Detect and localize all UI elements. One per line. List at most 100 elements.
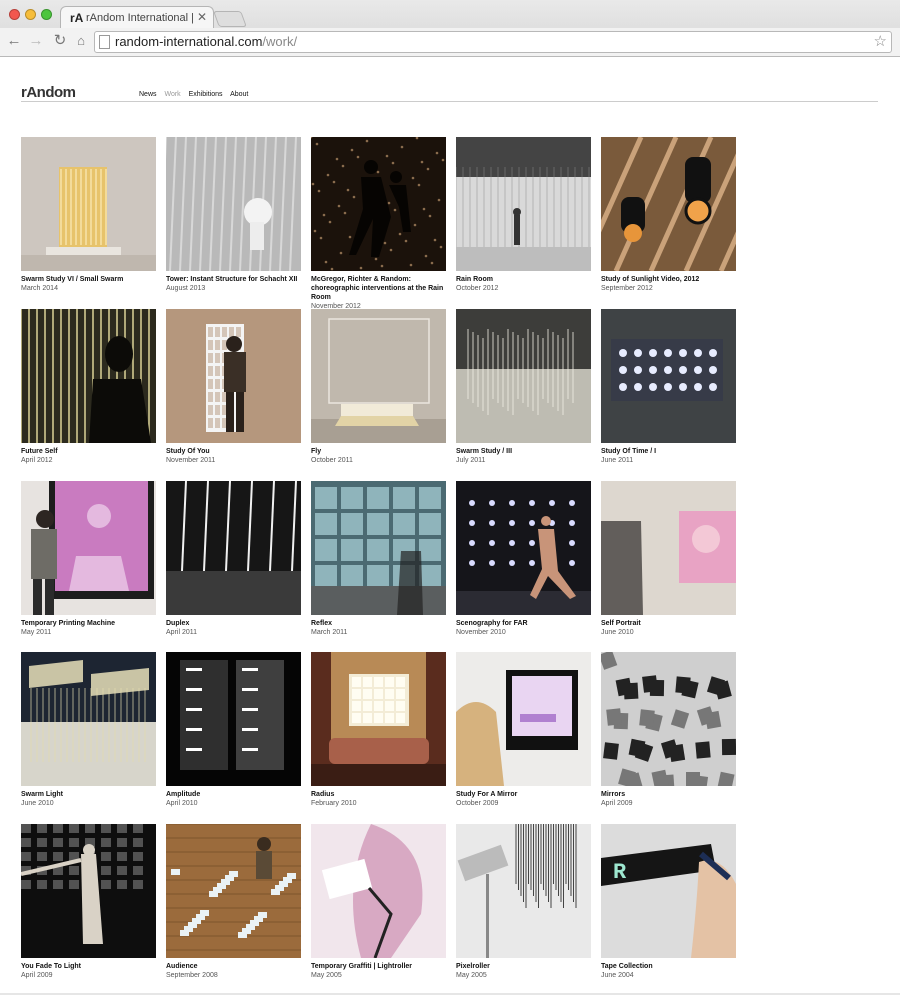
work-thumbnail[interactable] bbox=[166, 137, 301, 271]
work-thumbnail[interactable] bbox=[166, 309, 301, 443]
close-tab-icon[interactable]: ✕ bbox=[197, 10, 207, 24]
back-arrow-icon[interactable]: ← bbox=[5, 32, 23, 50]
zoom-window-button[interactable] bbox=[41, 9, 52, 20]
reload-icon[interactable]: ↻ bbox=[51, 32, 69, 50]
work-card[interactable]: Study of Sunlight Video, 2012 September 2… bbox=[601, 137, 736, 297]
work-title[interactable]: Scenography for FAR bbox=[456, 619, 591, 628]
work-thumbnail[interactable] bbox=[601, 137, 736, 271]
work-card[interactable]: Study Of Time / I June 2011 bbox=[601, 309, 736, 469]
work-title[interactable]: McGregor, Richter & Random: choreographi… bbox=[311, 275, 446, 302]
work-title[interactable]: Swarm Study VI / Small Swarm bbox=[21, 275, 156, 284]
url-text[interactable]: random-international.com/work/ bbox=[115, 34, 297, 49]
work-thumbnail[interactable] bbox=[456, 652, 591, 786]
forward-arrow-icon[interactable]: → bbox=[27, 32, 45, 50]
work-title[interactable]: Tower: Instant Structure for Schacht XII bbox=[166, 275, 301, 284]
work-title[interactable]: You Fade To Light bbox=[21, 962, 156, 971]
work-thumbnail[interactable] bbox=[21, 652, 156, 786]
work-card[interactable]: Temporary Graffiti | Lightroller May 2005 bbox=[311, 824, 446, 984]
nav-news[interactable]: News bbox=[139, 91, 157, 98]
work-card[interactable]: Amplitude April 2010 bbox=[166, 652, 301, 812]
work-thumbnail[interactable] bbox=[456, 309, 591, 443]
work-title[interactable]: Self Portrait bbox=[601, 619, 736, 628]
work-title[interactable]: Swarm Light bbox=[21, 790, 156, 799]
work-card[interactable]: Tower: Instant Structure for Schacht XII… bbox=[166, 137, 301, 297]
work-card[interactable]: Swarm Study / III July 2011 bbox=[456, 309, 591, 469]
work-thumbnail[interactable] bbox=[311, 652, 446, 786]
work-thumbnail[interactable] bbox=[311, 481, 446, 615]
nav-exhibitions[interactable]: Exhibitions bbox=[189, 91, 223, 98]
site-logo[interactable]: rAndom bbox=[21, 84, 76, 101]
work-thumbnail[interactable] bbox=[21, 137, 156, 271]
work-card[interactable]: Audience September 2008 bbox=[166, 824, 301, 984]
minimize-window-button[interactable] bbox=[25, 9, 36, 20]
work-title[interactable]: Study For A Mirror bbox=[456, 790, 591, 799]
browser-tab[interactable]: rA rAndom International | rA ✕ bbox=[60, 6, 214, 29]
work-thumbnail[interactable] bbox=[311, 309, 446, 443]
bookmark-star-icon[interactable]: ☆ bbox=[874, 32, 887, 50]
work-card[interactable]: Reflex March 2011 bbox=[311, 481, 446, 641]
work-thumbnail[interactable] bbox=[456, 481, 591, 615]
work-card[interactable]: You Fade To Light April 2009 bbox=[21, 824, 156, 984]
work-card[interactable]: Rain Room October 2012 bbox=[456, 137, 591, 297]
work-date: April 2009 bbox=[21, 972, 53, 979]
work-card[interactable]: Duplex April 2011 bbox=[166, 481, 301, 641]
main-nav: News Work Exhibitions About bbox=[139, 91, 254, 98]
work-card[interactable]: Swarm Light June 2010 bbox=[21, 652, 156, 812]
work-thumbnail[interactable] bbox=[21, 309, 156, 443]
work-date: May 2005 bbox=[311, 972, 342, 979]
work-thumbnail[interactable]: R bbox=[601, 824, 736, 958]
work-title[interactable]: Duplex bbox=[166, 619, 301, 628]
work-date: March 2011 bbox=[311, 629, 348, 636]
work-title[interactable]: Study Of Time / I bbox=[601, 447, 736, 456]
work-thumbnail[interactable] bbox=[601, 652, 736, 786]
work-thumbnail[interactable] bbox=[601, 309, 736, 443]
work-title[interactable]: Swarm Study / III bbox=[456, 447, 591, 456]
work-title[interactable]: Tape Collection bbox=[601, 962, 736, 971]
work-title[interactable]: Temporary Graffiti | Lightroller bbox=[311, 962, 446, 971]
work-title[interactable]: Reflex bbox=[311, 619, 446, 628]
work-title[interactable]: Mirrors bbox=[601, 790, 736, 799]
work-card[interactable]: Radius February 2010 bbox=[311, 652, 446, 812]
address-bar[interactable]: random-international.com/work/ ☆ bbox=[94, 31, 892, 53]
work-title[interactable]: Future Self bbox=[21, 447, 156, 456]
work-thumbnail[interactable] bbox=[21, 824, 156, 958]
work-card[interactable]: Study For A Mirror October 2009 bbox=[456, 652, 591, 812]
work-title[interactable]: Study Of You bbox=[166, 447, 301, 456]
work-date: November 2010 bbox=[456, 629, 506, 636]
work-card[interactable]: Swarm Study VI / Small Swarm March 2014 bbox=[21, 137, 156, 297]
work-title[interactable]: Study of Sunlight Video, 2012 bbox=[601, 275, 736, 284]
work-card[interactable]: Study Of You November 2011 bbox=[166, 309, 301, 469]
work-card[interactable]: Temporary Printing Machine May 2011 bbox=[21, 481, 156, 641]
work-thumbnail[interactable] bbox=[601, 481, 736, 615]
work-title[interactable]: Radius bbox=[311, 790, 446, 799]
work-thumbnail[interactable] bbox=[166, 824, 301, 958]
work-card[interactable]: Pixelroller May 2005 bbox=[456, 824, 591, 984]
work-title[interactable]: Pixelroller bbox=[456, 962, 591, 971]
close-window-button[interactable] bbox=[9, 9, 20, 20]
header-divider bbox=[21, 101, 878, 102]
favicon-icon: rA bbox=[70, 11, 84, 25]
work-thumbnail[interactable] bbox=[456, 824, 591, 958]
work-card[interactable]: R Tape Collection June 2004 bbox=[601, 824, 736, 984]
work-thumbnail[interactable] bbox=[311, 137, 446, 271]
work-card[interactable]: Future Self April 2012 bbox=[21, 309, 156, 469]
new-tab-button[interactable] bbox=[213, 11, 247, 27]
nav-work[interactable]: Work bbox=[164, 91, 180, 98]
work-card[interactable]: Scenography for FAR November 2010 bbox=[456, 481, 591, 641]
work-card[interactable]: McGregor, Richter & Random: choreographi… bbox=[311, 137, 446, 310]
work-thumbnail[interactable] bbox=[21, 481, 156, 615]
work-title[interactable]: Fly bbox=[311, 447, 446, 456]
work-thumbnail[interactable] bbox=[456, 137, 591, 271]
work-thumbnail[interactable] bbox=[166, 481, 301, 615]
nav-about[interactable]: About bbox=[230, 91, 248, 98]
work-thumbnail[interactable] bbox=[166, 652, 301, 786]
home-icon[interactable]: ⌂ bbox=[72, 32, 90, 50]
work-title[interactable]: Audience bbox=[166, 962, 301, 971]
work-card[interactable]: Fly October 2011 bbox=[311, 309, 446, 469]
work-card[interactable]: Mirrors April 2009 bbox=[601, 652, 736, 812]
work-title[interactable]: Temporary Printing Machine bbox=[21, 619, 156, 628]
work-title[interactable]: Amplitude bbox=[166, 790, 301, 799]
work-thumbnail[interactable] bbox=[311, 824, 446, 958]
work-title[interactable]: Rain Room bbox=[456, 275, 591, 284]
work-card[interactable]: Self Portrait June 2010 bbox=[601, 481, 736, 641]
